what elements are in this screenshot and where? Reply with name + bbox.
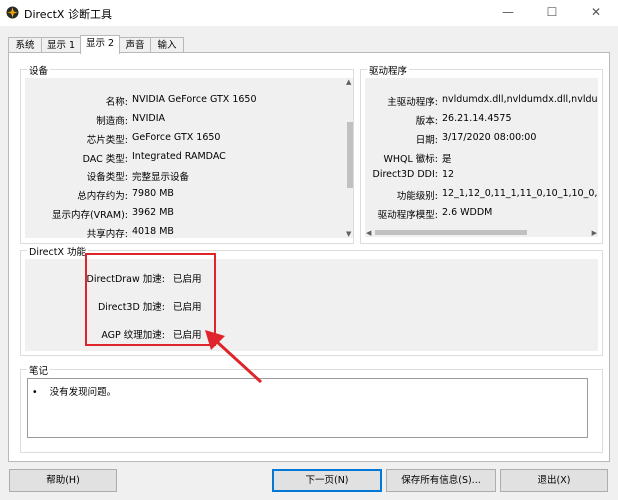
scroll-left-arrow-icon[interactable]: ◀: [366, 229, 371, 237]
tab-system[interactable]: 系统: [8, 37, 42, 53]
notes-item-text: 没有发现问题。: [49, 387, 117, 398]
tab-input[interactable]: 输入: [150, 37, 184, 53]
scroll-up-arrow-icon[interactable]: ▲: [346, 78, 351, 86]
save-all-info-button[interactable]: 保存所有信息(S)...: [386, 469, 496, 492]
title-bar: DirectX 诊断工具 — ☐ ✕: [0, 0, 618, 26]
device-row-label: 制造商:: [96, 116, 128, 127]
driver-row-label: WHQL 徽标:: [383, 154, 438, 165]
driver-row-label: 功能级别:: [396, 191, 438, 202]
driver-row-feature-levels: 功能级别: 12_1,12_0,11_1,11_0,10_1,10_0,9_3,…: [365, 188, 598, 202]
tab-sound[interactable]: 声音: [119, 37, 151, 53]
device-row-manufacturer: 制造商: NVIDIA: [25, 113, 335, 127]
device-row-dac-type: DAC 类型: Integrated RAMDAC: [25, 151, 335, 165]
device-row-label: DAC 类型:: [82, 154, 128, 165]
window-title: DirectX 诊断工具: [24, 8, 112, 21]
device-row-label: 设备类型:: [86, 172, 128, 183]
device-row-label: 显示内存(VRAM):: [51, 210, 128, 221]
device-row-shared-memory: 共享内存: 4018 MB: [25, 226, 335, 238]
driver-row-main-driver: 主驱动程序: nvldumdx.dll,nvldumdx.dll,nvldumd…: [365, 94, 598, 108]
minimize-button[interactable]: —: [486, 0, 530, 26]
driver-row-value: nvldumdx.dll,nvldumdx.dll,nvldumdx.d: [442, 94, 598, 105]
device-row-vram: 显示内存(VRAM): 3962 MB: [25, 207, 335, 221]
directx-features-title: DirectX 功能: [27, 244, 88, 258]
device-info-panel: 名称: NVIDIA GeForce GTX 1650 制造商: NVIDIA …: [25, 78, 347, 238]
driver-info-panel: 主驱动程序: nvldumdx.dll,nvldumdx.dll,nvldumd…: [365, 78, 598, 228]
device-row-value: NVIDIA GeForce GTX 1650: [132, 94, 257, 105]
notes-title: 笔记: [27, 363, 51, 377]
driver-row-version: 版本: 26.21.14.4575: [365, 113, 598, 127]
driver-row-value: 12_1,12_0,11_1,11_0,10_1,10_0,9_3,9_2: [442, 188, 598, 199]
device-row-value: 4018 MB: [132, 226, 174, 237]
device-row-label: 名称:: [105, 97, 128, 108]
bullet-glyph: •: [32, 387, 38, 398]
driver-row-label: 主驱动程序:: [387, 97, 438, 108]
tab-display-2[interactable]: 显示 2: [80, 35, 120, 54]
annotation-arrow-icon: [205, 330, 263, 384]
device-row-value: NVIDIA: [132, 113, 166, 124]
driver-row-label: 日期:: [415, 135, 438, 146]
device-group: 设备 名称: NVIDIA GeForce GTX 1650 制造商: NVID…: [20, 63, 354, 244]
close-button[interactable]: ✕: [574, 0, 618, 26]
scroll-thumb[interactable]: [347, 122, 353, 188]
device-vertical-scrollbar[interactable]: ▲ ▼: [346, 78, 353, 238]
scroll-right-arrow-icon[interactable]: ▶: [592, 229, 597, 237]
help-button[interactable]: 帮助(H): [9, 469, 117, 492]
driver-row-value: 12: [442, 169, 455, 180]
driver-row-label: 版本:: [415, 116, 438, 127]
driver-row-whql: WHQL 徽标: 是: [365, 151, 598, 165]
driver-horizontal-scrollbar[interactable]: ◀ ▶: [365, 228, 598, 237]
device-row-device-type: 设备类型: 完整显示设备: [25, 169, 335, 183]
device-row-chip-type: 芯片类型: GeForce GTX 1650: [25, 132, 335, 146]
driver-row-date: 日期: 3/17/2020 08:00:00: [365, 132, 598, 146]
driver-row-value: 2.6 WDDM: [442, 207, 493, 218]
driver-row-value: 3/17/2020 08:00:00: [442, 132, 537, 143]
device-row-value: 3962 MB: [132, 207, 174, 218]
device-row-label: 共享内存:: [86, 229, 128, 238]
notes-group: 笔记 • 没有发现问题。: [20, 363, 603, 453]
next-page-button[interactable]: 下一页(N): [272, 469, 382, 492]
driver-row-label: Direct3D DDI:: [372, 169, 438, 180]
device-row-label: 总内存约为:: [77, 191, 128, 202]
device-row-value: 完整显示设备: [132, 172, 190, 183]
device-row-name: 名称: NVIDIA GeForce GTX 1650: [25, 94, 335, 108]
driver-row-value: 26.21.14.4575: [442, 113, 512, 124]
scroll-thumb[interactable]: [375, 230, 527, 235]
exit-button[interactable]: 退出(X): [500, 469, 608, 492]
driver-row-driver-model: 驱动程序模型: 2.6 WDDM: [365, 207, 598, 221]
device-row-value: GeForce GTX 1650: [132, 132, 221, 143]
driver-row-label: 驱动程序模型:: [377, 210, 438, 221]
device-row-value: 7980 MB: [132, 188, 174, 199]
driver-row-d3d-ddi: Direct3D DDI: 12: [365, 169, 598, 183]
driver-row-value: 是: [442, 154, 452, 165]
directx-app-icon: [6, 6, 19, 19]
notes-list-item: • 没有发现问题。: [32, 384, 116, 398]
notes-text-box[interactable]: • 没有发现问题。: [27, 378, 588, 438]
tab-display-1[interactable]: 显示 1: [41, 37, 81, 53]
driver-group: 驱动程序 主驱动程序: nvldumdx.dll,nvldumdx.dll,nv…: [360, 63, 603, 244]
device-row-value: Integrated RAMDAC: [132, 151, 226, 162]
device-group-title: 设备: [27, 63, 51, 77]
maximize-button[interactable]: ☐: [530, 0, 574, 26]
device-row-total-memory: 总内存约为: 7980 MB: [25, 188, 335, 202]
driver-group-title: 驱动程序: [367, 63, 410, 77]
device-row-label: 芯片类型:: [86, 135, 128, 146]
scroll-down-arrow-icon[interactable]: ▼: [346, 230, 351, 238]
